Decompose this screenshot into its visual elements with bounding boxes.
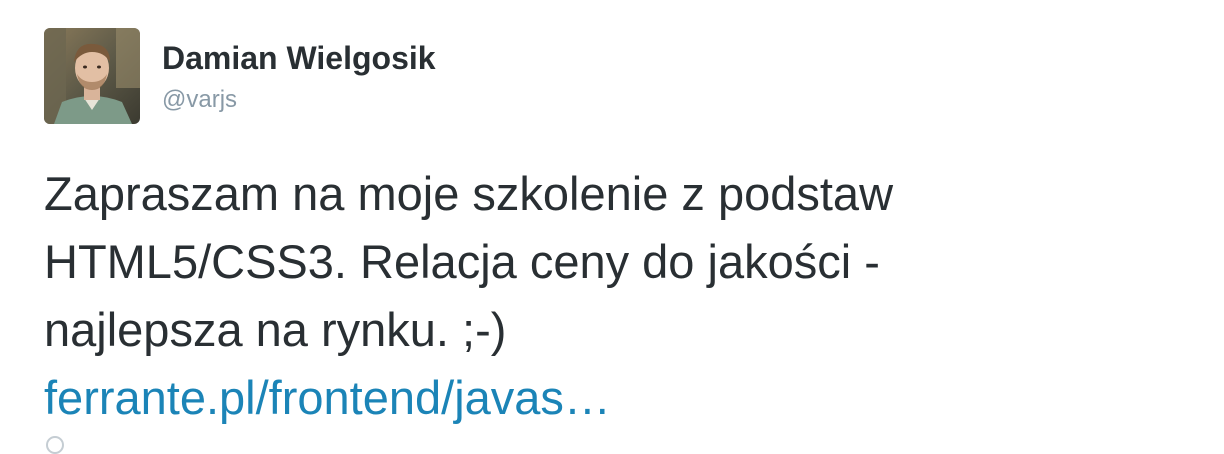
- tweet-text-line: najlepsza na rynku. ;-): [44, 303, 507, 356]
- action-icon[interactable]: [46, 436, 64, 454]
- tweet-text-line: HTML5/CSS3. Relacja ceny do jakości -: [44, 235, 880, 288]
- author-handle[interactable]: @varjs: [162, 86, 237, 114]
- tweet-text: Zapraszam na moje szkolenie z podstaw HT…: [44, 160, 1184, 432]
- author-display-name[interactable]: Damian Wielgosik: [162, 40, 436, 77]
- profile-photo-icon: [44, 28, 140, 124]
- avatar[interactable]: [44, 28, 140, 124]
- tweet-link[interactable]: ferrante.pl/frontend/javas…: [44, 371, 611, 424]
- tweet-text-line: Zapraszam na moje szkolenie z podstaw: [44, 167, 894, 220]
- tweet-card: Damian Wielgosik @varjs Zapraszam na moj…: [0, 0, 1224, 454]
